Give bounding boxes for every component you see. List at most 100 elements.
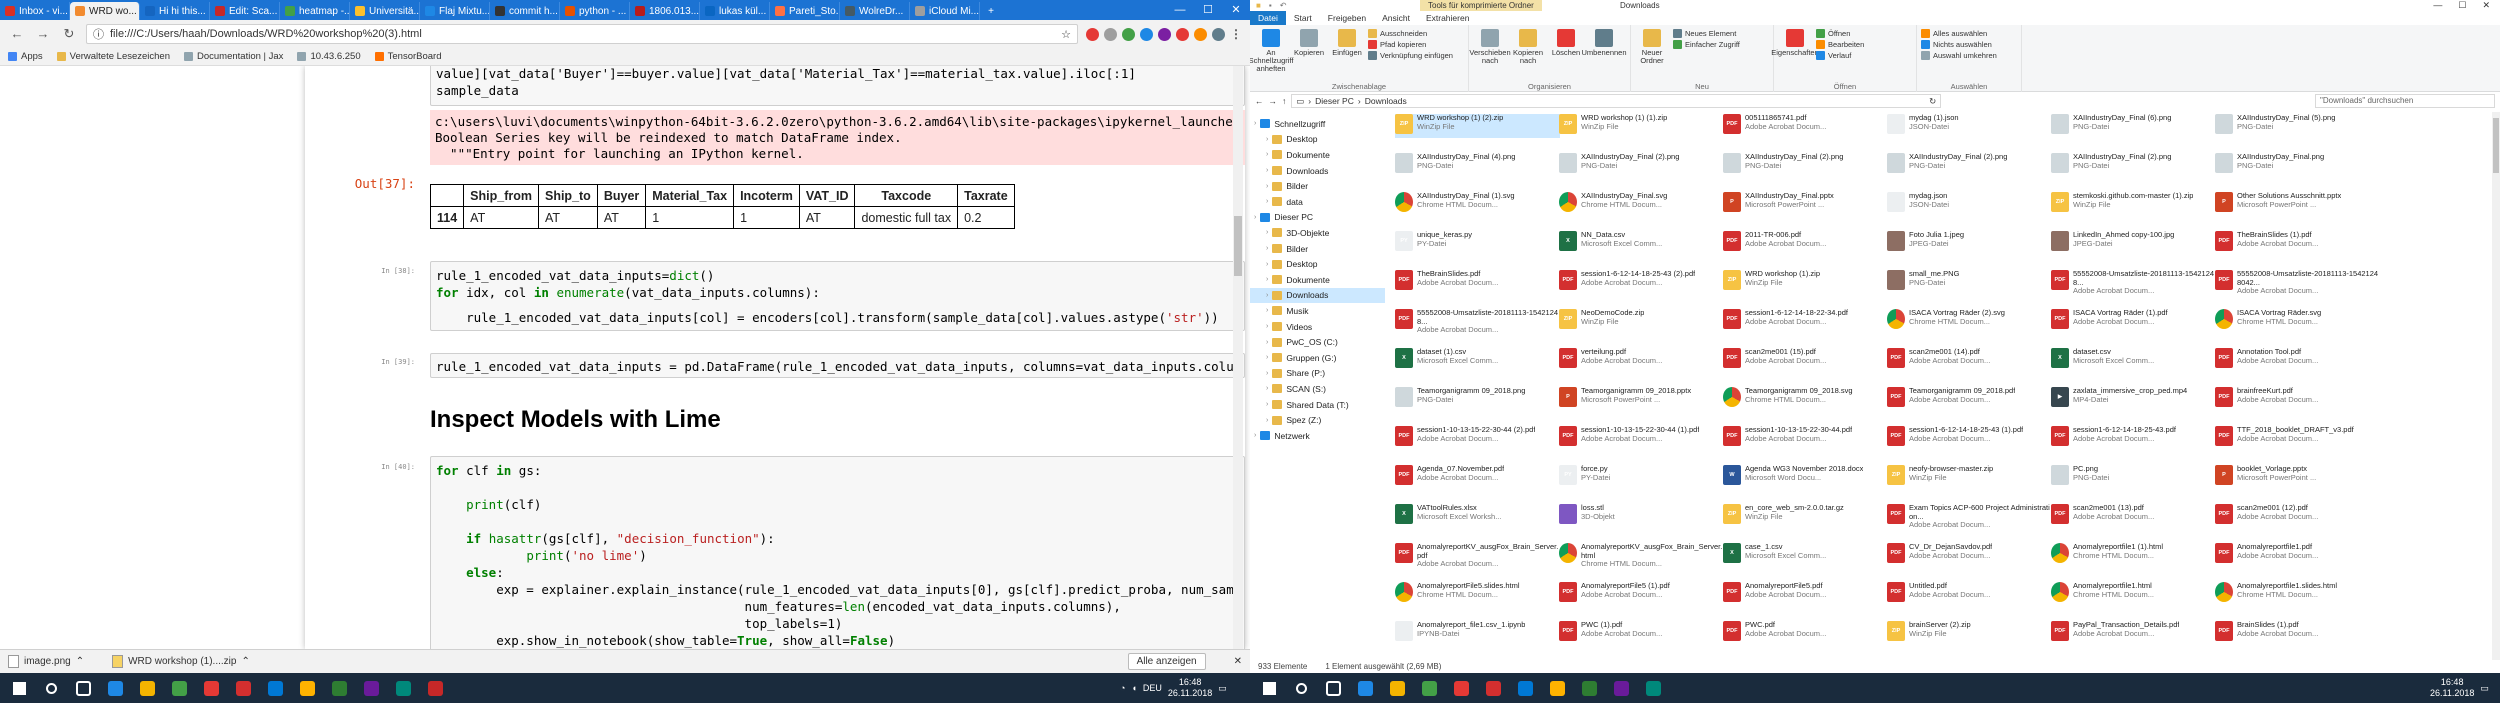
nav-item[interactable]: › Bilder — [1250, 241, 1308, 257]
file-item[interactable]: XAIIndustryDay_Final (4).png PNG-Datei — [1395, 153, 1560, 177]
file-item[interactable]: PDF session1-10-13-15-22-30-44.pdf Adobe A… — [1723, 426, 1888, 450]
file-item[interactable]: PDF AnomalyreportKV_ausgFox_Brain_Server.… — [1395, 543, 1560, 567]
taskbar-app-icon[interactable] — [1478, 675, 1508, 701]
code-cell-37[interactable]: value][vat_data['Buyer']==buyer.value][v… — [430, 66, 1245, 106]
file-item[interactable]: PDF 55552008-Umsatzliste-20181113-1542124… — [1395, 309, 1560, 333]
ribbon-small-button[interactable]: Auswahl umkehren — [1921, 51, 1997, 60]
file-item[interactable]: PDF scan2me001 (14).pdf Adobe Acrobat Docu… — [1887, 348, 2052, 372]
breadcrumb-item[interactable]: Dieser PC — [1315, 96, 1354, 106]
extension-icon[interactable] — [1194, 27, 1207, 41]
file-item[interactable]: PY unique_keras.py PY-Datei — [1395, 231, 1560, 255]
ribbon-small-button[interactable]: Bearbeiten — [1816, 40, 1864, 49]
extension-icon[interactable] — [1122, 27, 1135, 41]
file-item[interactable]: PDF PWC (1).pdf Adobe Acrobat Docum... — [1559, 621, 1724, 645]
notification-icon[interactable]: ▭ — [2480, 683, 2489, 694]
file-item[interactable]: Anomalyreportfile1.html Chrome HTML Docum… — [2051, 582, 2216, 606]
chevron-right-icon[interactable]: › — [1266, 261, 1268, 268]
file-item[interactable]: PDF 55552008-Umsatzliste-20181113-1542124… — [2215, 270, 2380, 294]
file-item[interactable]: PY force.py PY-Datei — [1559, 465, 1724, 489]
chevron-right-icon[interactable]: › — [1266, 417, 1268, 424]
file-item[interactable]: XAIIndustryDay_Final (1).svg Chrome HTML … — [1395, 192, 1560, 216]
file-item[interactable]: Anomalyreport_file1.csv_1.ipynb IPYNB-Dat… — [1395, 621, 1560, 645]
taskbar-app-icon[interactable] — [100, 675, 130, 701]
file-item[interactable]: P Teamorganigramm 09_2018.pptx Microsoft P… — [1559, 387, 1724, 411]
nav-item[interactable]: › Shared Data (T:) — [1250, 397, 1349, 413]
undo-icon[interactable]: ↶ — [1280, 1, 1287, 10]
file-item[interactable]: loss.stl 3D-Objekt — [1559, 504, 1724, 528]
taskbar-app-icon[interactable] — [1606, 675, 1636, 701]
clock[interactable]: 16:48 26.11.2018 — [1168, 677, 1212, 699]
taskbar-app-icon[interactable] — [1574, 675, 1604, 701]
file-item[interactable]: PDF Untitled.pdf Adobe Acrobat Docum... — [1887, 582, 2052, 606]
ribbon-button[interactable]: Löschen — [1549, 27, 1583, 90]
search-icon[interactable] — [1286, 675, 1316, 701]
file-item[interactable]: Xdataset.csv Microsoft Excel Comm... — [2051, 348, 2216, 372]
file-item[interactable]: PDF Agenda_07.November.pdf Adobe Acrobat D… — [1395, 465, 1560, 489]
bookmark-item[interactable]: TensorBoard — [374, 51, 442, 62]
search-input[interactable]: "Downloads" durchsuchen — [2315, 94, 2495, 108]
taskbar-app-icon[interactable] — [356, 675, 386, 701]
maximize-icon[interactable]: ☐ — [2458, 0, 2466, 11]
chevron-right-icon[interactable]: › — [1266, 136, 1268, 143]
file-item[interactable]: PDF session1-10-13-15-22-30-44 (2).pdf Ado… — [1395, 426, 1560, 450]
file-item[interactable]: PDF Exam Topics ACP-600 Project Administr… — [1887, 504, 2052, 528]
star-icon[interactable]: ☆ — [1061, 28, 1071, 41]
file-item[interactable]: XAIIndustryDay_Final (5).png PNG-Datei — [2215, 114, 2380, 138]
file-item[interactable]: XAIIndustryDay_Final.png PNG-Datei — [2215, 153, 2380, 177]
file-item[interactable]: PDF session1-6-12-14-18-25-43 (1).pdf Adob… — [1887, 426, 2052, 450]
file-item[interactable]: ZIP en_core_web_sm-2.0.0.tar.gz WinZip Fil… — [1723, 504, 1888, 528]
chevron-right-icon[interactable]: › — [1254, 432, 1256, 439]
extension-icon[interactable] — [1086, 27, 1099, 41]
nav-item[interactable]: › Dokumente — [1250, 272, 1330, 288]
chevron-up-icon[interactable]: ⌃ — [76, 656, 84, 667]
breadcrumb-item[interactable]: Downloads — [1365, 96, 1407, 106]
close-icon[interactable]: ✕ — [1234, 656, 1242, 667]
taskbar-app-icon[interactable] — [1446, 675, 1476, 701]
file-item[interactable]: PDF TheBrainSlides.pdf Adobe Acrobat Docum… — [1395, 270, 1560, 294]
file-item[interactable]: Teamorganigramm 09_2018.png PNG-Datei — [1395, 387, 1560, 411]
chevron-right-icon[interactable]: › — [1266, 339, 1268, 346]
ribbon-button[interactable]: Einfügen — [1330, 27, 1364, 90]
nav-item[interactable]: › data — [1250, 194, 1303, 210]
clock[interactable]: 16:48 26.11.2018 — [2430, 677, 2474, 699]
browser-tab[interactable]: Edit: Sca... — [210, 2, 280, 20]
taskbar-app-icon[interactable] — [196, 675, 226, 701]
file-item[interactable]: Foto Julia 1.jpeg JPEG-Datei — [1887, 231, 2052, 255]
file-item[interactable]: ZIP stemkoski.github.com-master (1).zip Wi… — [2051, 192, 2216, 216]
chevron-right-icon[interactable]: › — [1254, 214, 1256, 221]
ribbon-button[interactable]: Neuer Ordner — [1635, 27, 1669, 90]
file-item[interactable]: PDF scan2me001 (12).pdf Adobe Acrobat Docu… — [2215, 504, 2380, 528]
file-item[interactable]: ZIP neofy-browser-master.zip WinZip File — [1887, 465, 2052, 489]
taskbar-app-icon[interactable] — [388, 675, 418, 701]
close-icon[interactable]: ✕ — [2482, 0, 2490, 11]
chevron-right-icon[interactable]: › — [1266, 385, 1268, 392]
file-item[interactable]: ZIP WRD workshop (1).zip WinZip File — [1723, 270, 1888, 294]
browser-tab[interactable]: WRD wo... — [70, 2, 140, 20]
file-item[interactable]: PC.png PNG-Datei — [2051, 465, 2216, 489]
bookmark-folder[interactable]: Verwaltete Lesezeichen — [56, 51, 170, 62]
file-item[interactable]: PDF Teamorganigramm 09_2018.pdf Adobe Acro… — [1887, 387, 2052, 411]
ribbon-button[interactable]: Kopieren nach — [1511, 27, 1545, 90]
ribbon-tab[interactable]: Extrahieren — [1418, 11, 1477, 25]
chevron-up-icon[interactable]: ⌃ — [241, 656, 249, 667]
ribbon-small-button[interactable]: Öffnen — [1816, 29, 1864, 38]
refresh-icon[interactable]: ↻ — [1929, 96, 1936, 107]
back-icon[interactable]: ← — [8, 25, 26, 43]
file-item[interactable]: PDF PWC.pdf Adobe Acrobat Docum... — [1723, 621, 1888, 645]
file-item[interactable]: PDF verteilung.pdf Adobe Acrobat Docum... — [1559, 348, 1724, 372]
file-item[interactable]: PDF BrainSlides (1).pdf Adobe Acrobat Docu… — [2215, 621, 2380, 645]
browser-tab[interactable]: Flaj Mixtu... — [420, 2, 490, 20]
file-item[interactable]: PDF scan2me001 (15).pdf Adobe Acrobat Docu… — [1723, 348, 1888, 372]
browser-tab[interactable]: python - ... — [560, 2, 630, 20]
taskbar-app-icon[interactable] — [132, 675, 162, 701]
nav-item[interactable]: › Desktop — [1250, 132, 1318, 148]
chevron-right-icon[interactable]: › — [1266, 276, 1268, 283]
file-item[interactable]: PDF TTF_2018_booklet_DRAFT_v3.pdf Adobe Ac… — [2215, 426, 2380, 450]
chevron-right-icon[interactable]: › — [1266, 307, 1268, 314]
file-item[interactable]: P XAIIndustryDay_Final.pptx Microsoft Powe… — [1723, 192, 1888, 216]
ribbon-small-button[interactable]: Verknüpfung einfügen — [1368, 51, 1453, 60]
file-item[interactable]: ZIP WRD workshop (1) (2).zip WinZip File — [1395, 114, 1560, 138]
file-item[interactable]: LinkedIn_Ahmed copy-100.jpg JPEG-Datei — [2051, 231, 2216, 255]
code-cell-38[interactable]: rule_1_encoded_vat_data_inputs=dict() fo… — [430, 261, 1245, 331]
taskbar-app-icon[interactable] — [324, 675, 354, 701]
